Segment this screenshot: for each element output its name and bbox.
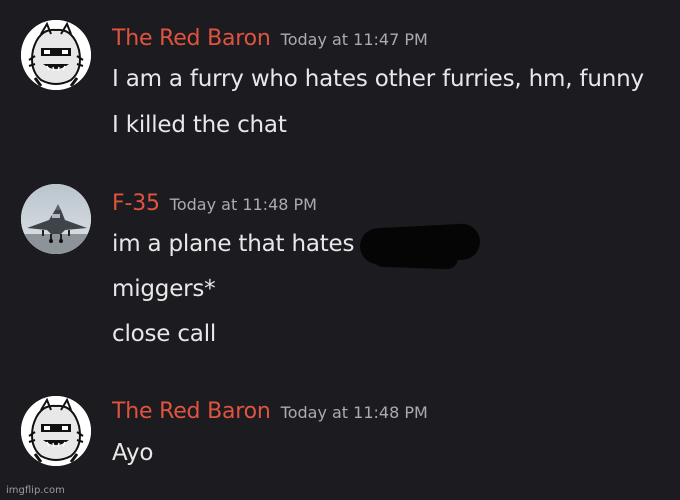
message-text: Ayo xyxy=(112,440,154,466)
timestamp: Today at 11:47 PM xyxy=(280,30,428,49)
username[interactable]: The Red Baron xyxy=(112,26,271,51)
message-text: I am a furry who hates other furries, hm… xyxy=(112,66,644,92)
watermark: imgflip.com xyxy=(6,485,65,496)
cartoon-mascot-avatar-icon xyxy=(21,396,91,466)
timestamp: Today at 11:48 PM xyxy=(280,403,428,422)
user-avatar[interactable] xyxy=(21,184,91,254)
message-header: F-35 Today at 11:48 PM xyxy=(112,191,317,216)
username[interactable]: The Red Baron xyxy=(112,399,271,424)
message-header: The Red Baron Today at 11:48 PM xyxy=(112,399,428,424)
redaction-mark xyxy=(371,244,459,270)
message-text: miggers* xyxy=(112,276,216,302)
timestamp: Today at 11:48 PM xyxy=(169,195,317,214)
fighter-jet-avatar-icon xyxy=(21,184,91,254)
message-text: im a plane that hates xyxy=(112,231,355,257)
message-text: I killed the chat xyxy=(112,112,287,138)
message-header: The Red Baron Today at 11:47 PM xyxy=(112,26,428,51)
cartoon-mascot-avatar-icon xyxy=(21,20,91,90)
message-text: close call xyxy=(112,321,217,347)
user-avatar[interactable] xyxy=(21,20,91,90)
username[interactable]: F-35 xyxy=(112,191,160,216)
user-avatar[interactable] xyxy=(21,396,91,466)
